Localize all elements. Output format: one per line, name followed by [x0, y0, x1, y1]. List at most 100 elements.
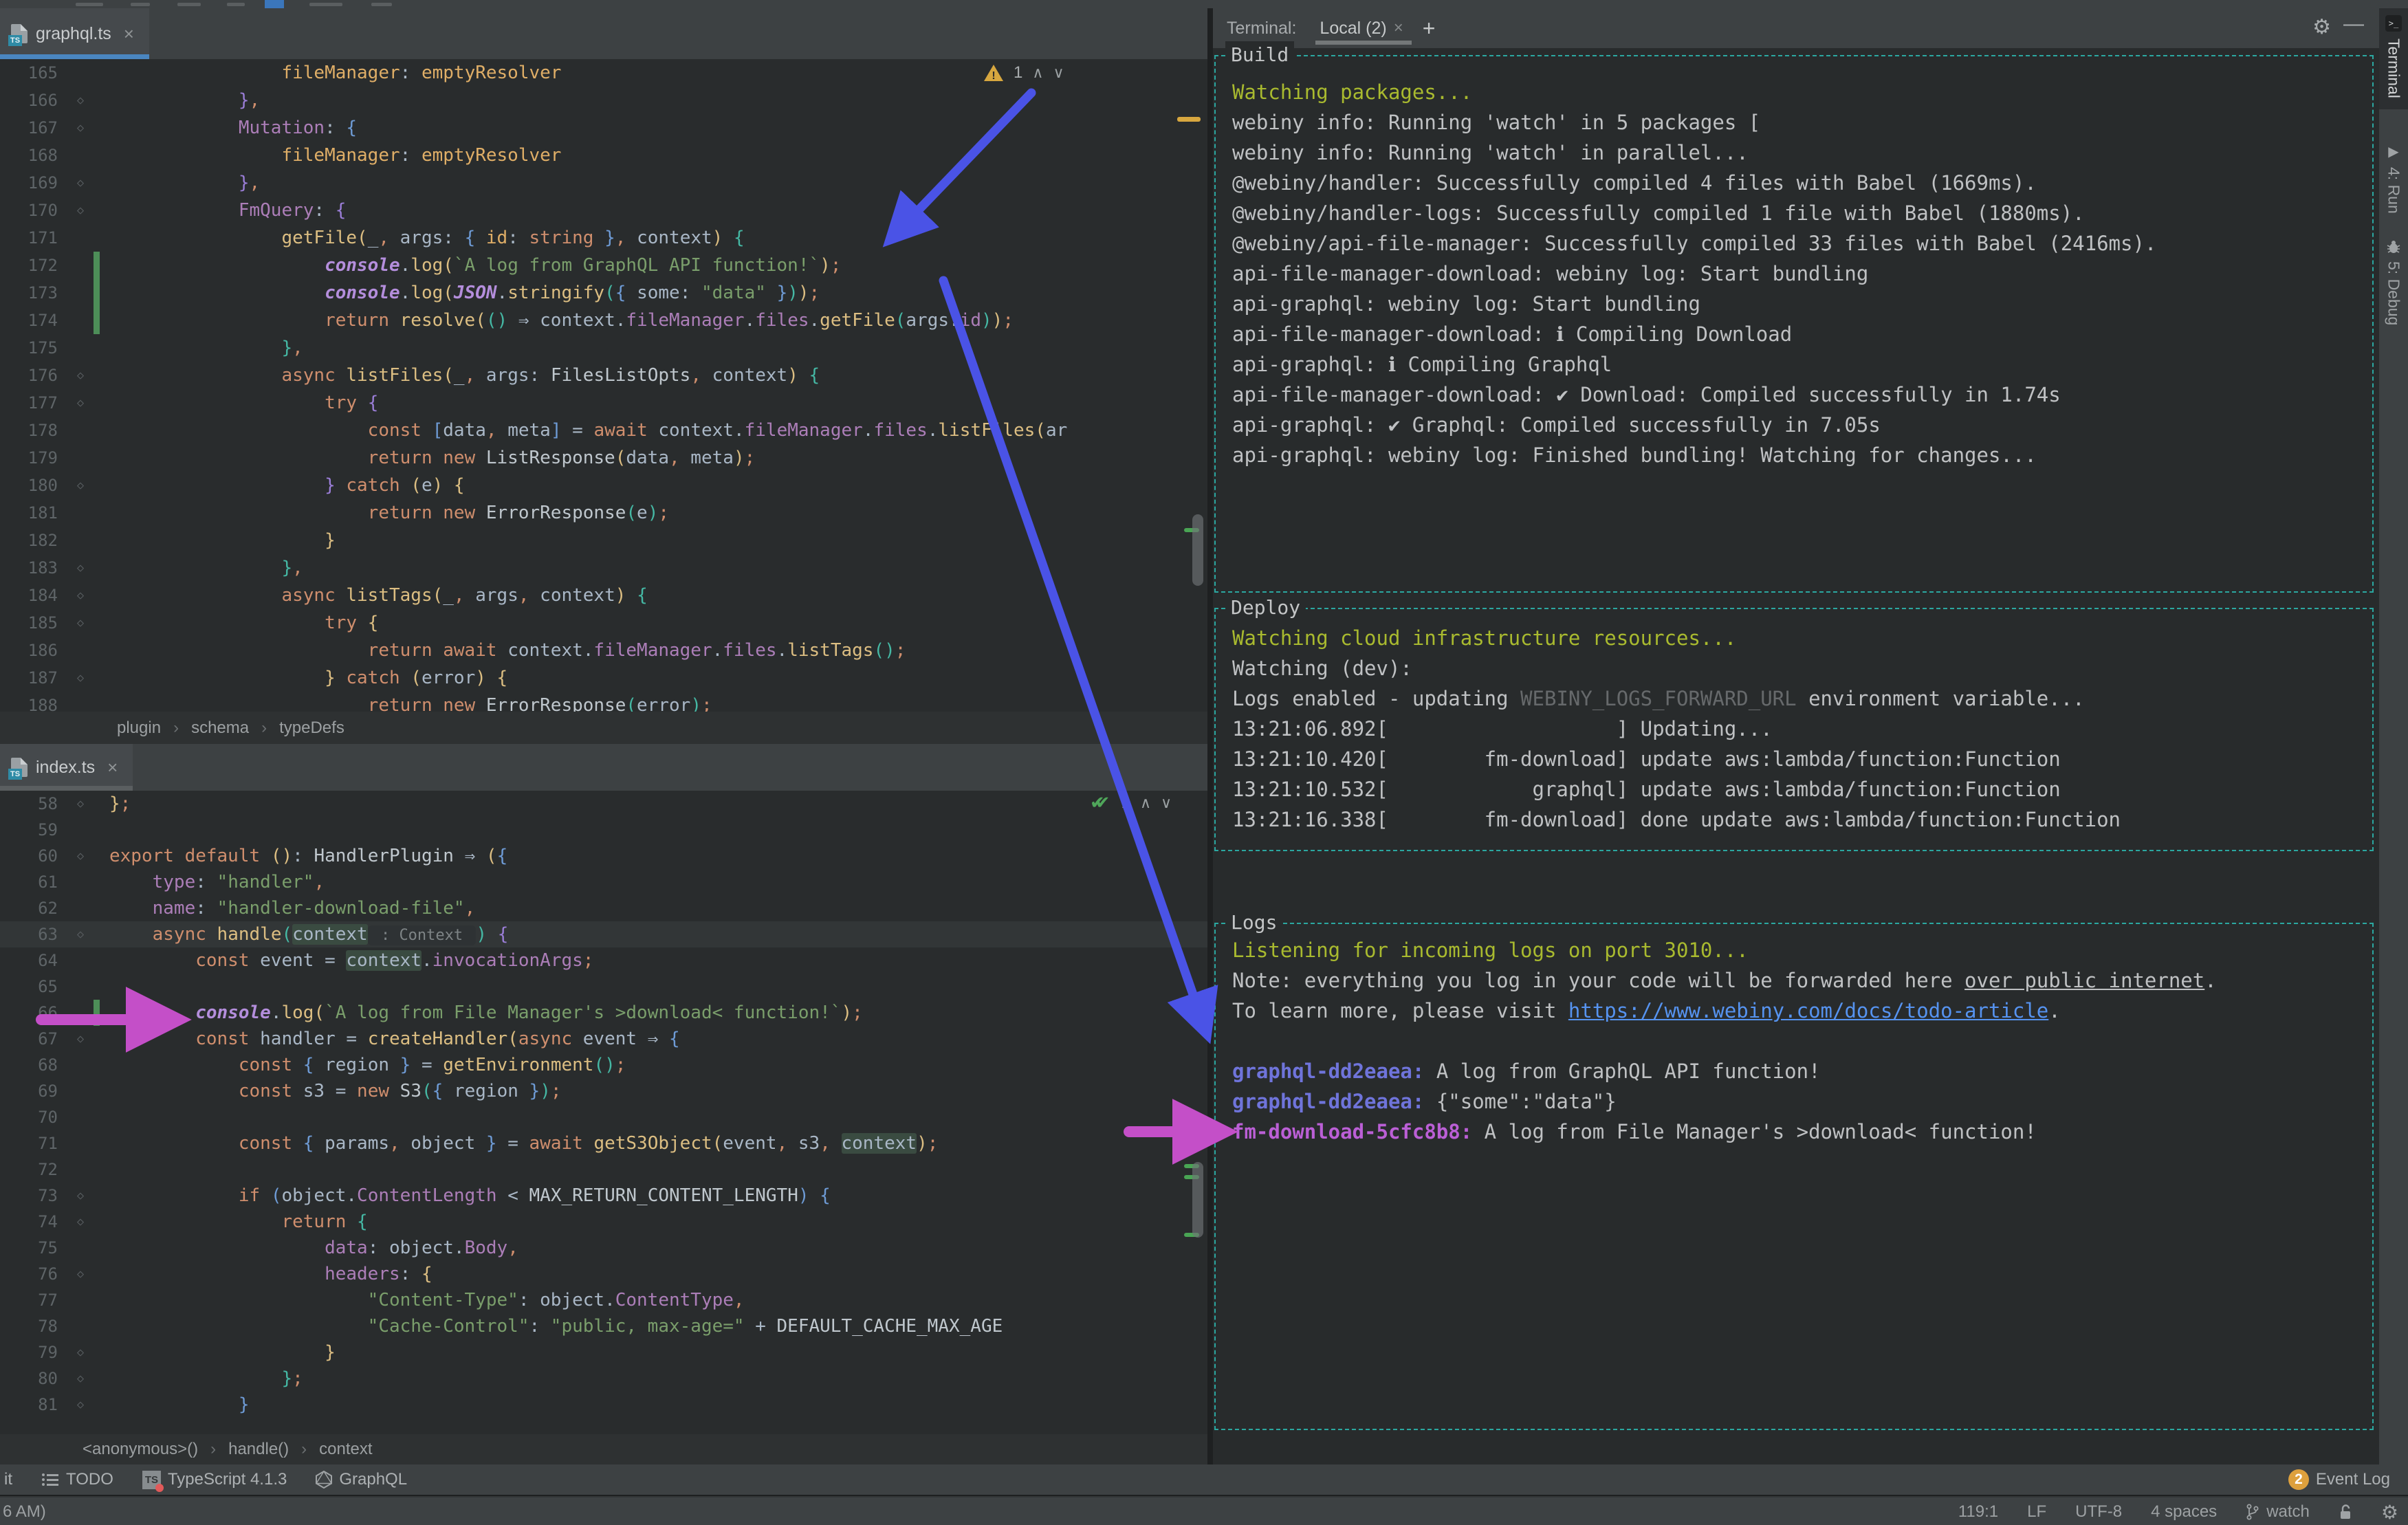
line-number[interactable]: 165 [0, 59, 67, 87]
git-branch-widget[interactable]: watch [2246, 1502, 2310, 1522]
line-number[interactable]: 179 [0, 444, 67, 472]
graphql-status-button[interactable]: GraphQL [316, 1470, 407, 1489]
next-issue-icon[interactable]: ∨ [1053, 64, 1064, 82]
line-number[interactable]: 60 [0, 843, 67, 869]
close-icon[interactable]: × [124, 23, 134, 45]
line-number[interactable]: 67 [0, 1026, 67, 1052]
line-number[interactable]: 59 [0, 817, 67, 843]
terminal-line: 13:21:10.532[ graphql] update aws:lambda… [1232, 778, 2061, 801]
breadcrumb-item[interactable]: context [319, 1440, 372, 1459]
prev-issue-icon[interactable]: ∧ [1140, 794, 1151, 812]
line-number[interactable]: 78 [0, 1313, 67, 1339]
code-line: 72 [0, 1156, 1207, 1183]
line-number[interactable]: 177 [0, 389, 67, 417]
line-number[interactable]: 69 [0, 1078, 67, 1104]
line-number[interactable]: 180 [0, 472, 67, 499]
code-line: 186 return await context.fileManager.fil… [0, 637, 1207, 664]
minimize-icon[interactable]: — [2343, 12, 2364, 36]
line-number[interactable]: 168 [0, 142, 67, 169]
line-number[interactable]: 187 [0, 664, 67, 692]
line-number[interactable]: 175 [0, 334, 67, 362]
indent-widget[interactable]: 4 spaces [2151, 1502, 2217, 1522]
line-number[interactable]: 62 [0, 895, 67, 921]
line-number[interactable]: 81 [0, 1392, 67, 1418]
editor1-code-area[interactable]: 165 fileManager: emptyResolver 166 ◇ }, 167… [0, 59, 1207, 712]
line-number[interactable]: 77 [0, 1287, 67, 1313]
line-number[interactable]: 167 [0, 114, 67, 142]
line-number[interactable]: 183 [0, 554, 67, 582]
line-number[interactable]: 166 [0, 87, 67, 114]
line-number[interactable]: 170 [0, 197, 67, 224]
editor1-scrollbar[interactable] [1192, 514, 1203, 586]
breadcrumb-item[interactable]: plugin [117, 718, 161, 738]
close-icon[interactable]: × [1394, 19, 1403, 38]
tab-index-ts[interactable]: TS index.ts × [0, 744, 133, 791]
warning-count: 1 [1014, 63, 1023, 82]
line-number[interactable]: 58 [0, 791, 67, 817]
stripe-terminal-button[interactable]: >_ Terminal [2379, 8, 2408, 109]
tab-graphql-ts[interactable]: TS graphql.ts × [0, 8, 149, 59]
breadcrumb-item[interactable]: schema [191, 718, 249, 738]
code-line: 174 return resolve(() ⇒ context.fileMana… [0, 307, 1207, 334]
typescript-status-button[interactable]: TS TypeScript 4.1.3 [142, 1470, 287, 1492]
breadcrumb-item[interactable]: <anonymous>() [83, 1440, 198, 1459]
code-line: 179 return new ListResponse(data, meta); [0, 444, 1207, 472]
line-number[interactable]: 169 [0, 169, 67, 197]
line-number[interactable]: 63 [0, 921, 67, 947]
new-terminal-icon[interactable]: + [1423, 16, 1436, 41]
terminal-line: @webiny/handler: Successfully compiled 4… [1232, 171, 2037, 195]
line-number[interactable]: 171 [0, 224, 67, 252]
line-number[interactable]: 72 [0, 1156, 67, 1183]
line-number[interactable]: 71 [0, 1130, 67, 1156]
terminal-tab-local[interactable]: Local (2) × [1315, 19, 1412, 45]
line-number[interactable]: 64 [0, 947, 67, 974]
highlighting-level-widget[interactable]: ⚙ [2381, 1501, 2398, 1524]
line-number[interactable]: 185 [0, 609, 67, 637]
close-icon[interactable]: × [107, 757, 118, 778]
encoding-widget[interactable]: UTF-8 [2075, 1502, 2122, 1522]
gear-icon: ⚙ [2380, 1501, 2398, 1523]
stripe-debug-button[interactable]: 5: Debug [2379, 239, 2408, 325]
line-ending-widget[interactable]: LF [2027, 1502, 2046, 1522]
error-stripe-warning-mark[interactable] [1177, 117, 1201, 122]
line-number[interactable]: 61 [0, 869, 67, 895]
docs-link[interactable]: https://www.webiny.com/docs/todo-article [1568, 999, 2048, 1022]
line-number[interactable]: 184 [0, 582, 67, 609]
line-number[interactable]: 181 [0, 499, 67, 527]
line-number[interactable]: 74 [0, 1209, 67, 1235]
next-issue-icon[interactable]: ∨ [1161, 794, 1172, 812]
line-number[interactable]: 182 [0, 527, 67, 554]
line-number[interactable]: 68 [0, 1052, 67, 1078]
line-number[interactable]: 178 [0, 417, 67, 444]
editor2-code-area[interactable]: 58 ◇}; 59 60 ◇ export default (): HandlerPlug… [0, 791, 1207, 1434]
line-number[interactable]: 66 [0, 1000, 67, 1026]
lock-widget[interactable] [2339, 1504, 2352, 1520]
line-number[interactable]: 73 [0, 1183, 67, 1209]
line-number[interactable]: 174 [0, 307, 67, 334]
line-number[interactable]: 173 [0, 279, 67, 307]
code-line: 73 ◇ if (object.ContentLength < MAX_RETUR… [0, 1183, 1207, 1209]
breadcrumb-item[interactable]: typeDefs [279, 718, 344, 738]
stripe-run-button[interactable]: ▶ 4: Run [2379, 143, 2408, 214]
todo-button[interactable]: TODO [41, 1470, 113, 1489]
line-number[interactable]: 176 [0, 362, 67, 389]
line-number[interactable]: 65 [0, 974, 67, 1000]
line-number[interactable]: 80 [0, 1365, 67, 1392]
branch-icon [2246, 1504, 2259, 1520]
inspection-widget[interactable]: ✔✔ 1 ∧ ∨ [1090, 792, 1172, 813]
caret-position-widget[interactable]: 119:1 [1958, 1502, 1998, 1522]
event-log-button[interactable]: 2 Event Log [2288, 1469, 2390, 1490]
editor2-scrollbar[interactable] [1192, 1162, 1203, 1238]
line-number[interactable]: 172 [0, 252, 67, 279]
line-number[interactable]: 75 [0, 1235, 67, 1261]
line-number[interactable]: 70 [0, 1104, 67, 1130]
line-number[interactable]: 79 [0, 1339, 67, 1365]
line-number[interactable]: 76 [0, 1261, 67, 1287]
line-number[interactable]: 188 [0, 692, 67, 712]
typescript-file-icon: TS [8, 758, 28, 780]
line-number[interactable]: 186 [0, 637, 67, 664]
prev-issue-icon[interactable]: ∧ [1032, 64, 1043, 82]
inspection-widget[interactable]: ! 1 ∧ ∨ [983, 63, 1064, 83]
gear-icon[interactable]: ⚙ [2312, 15, 2331, 39]
breadcrumb-item[interactable]: handle() [228, 1440, 289, 1459]
